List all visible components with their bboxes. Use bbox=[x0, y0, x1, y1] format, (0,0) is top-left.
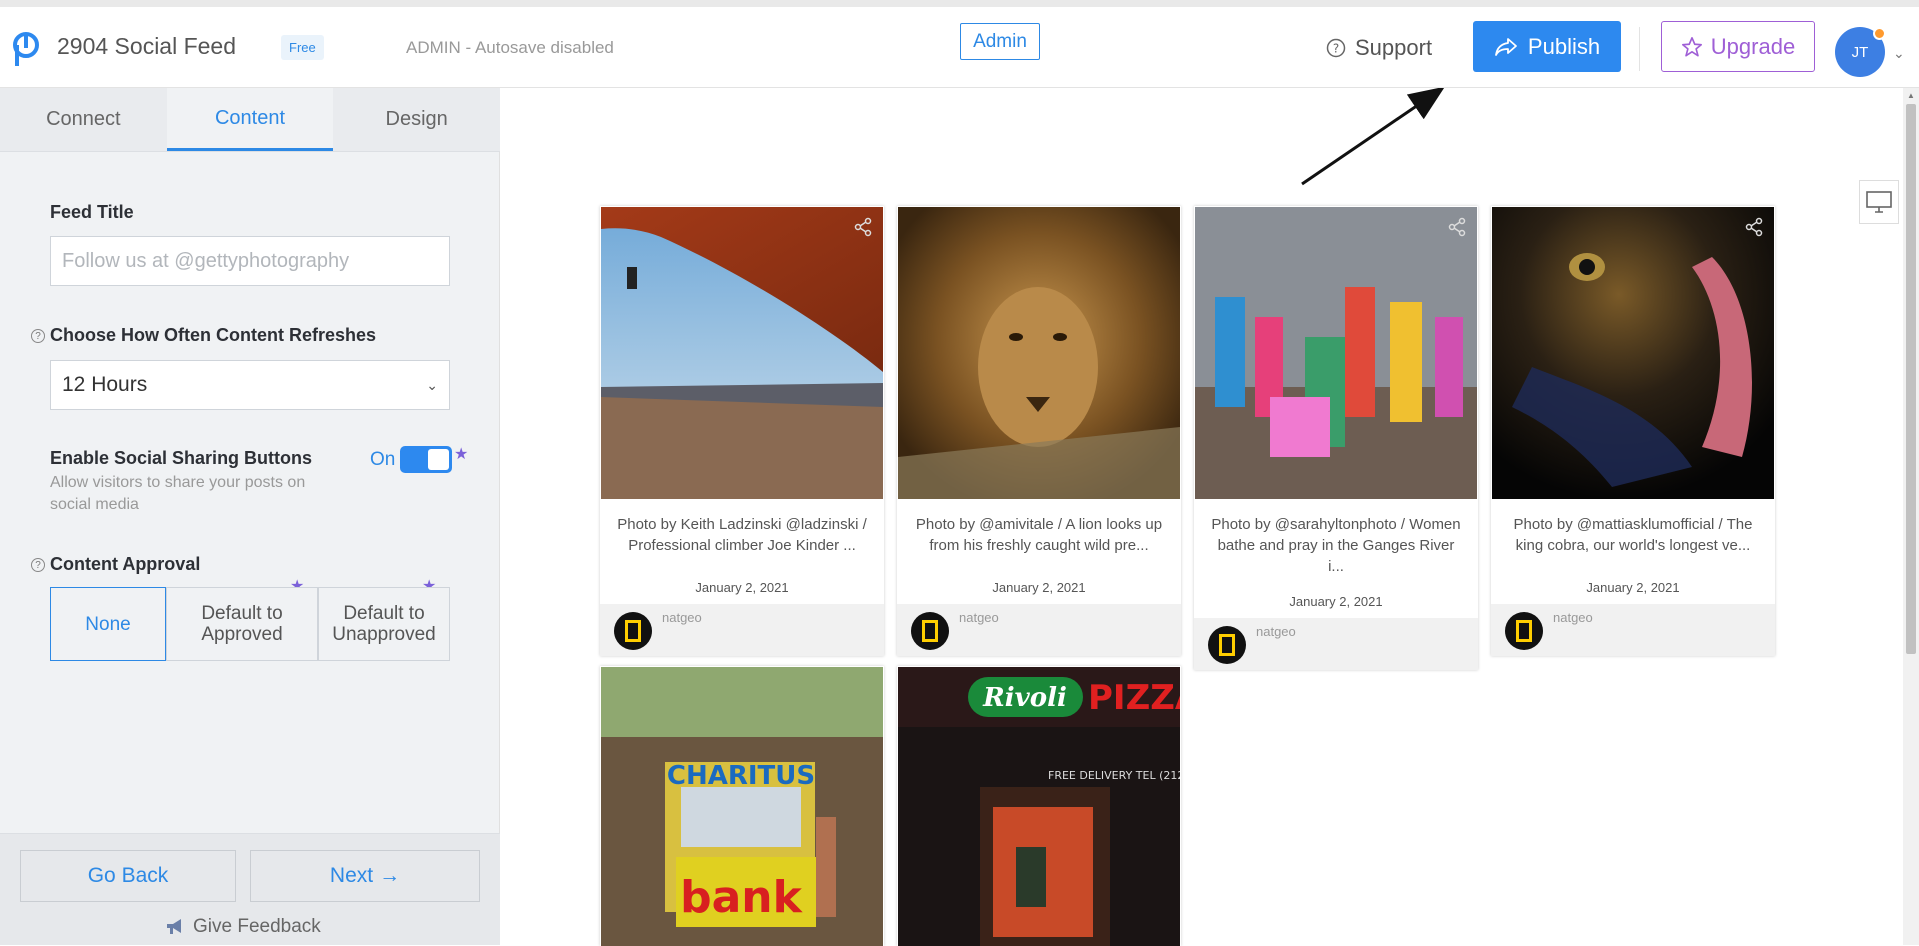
share-icon[interactable] bbox=[1447, 217, 1467, 237]
post-date: January 2, 2021 bbox=[1586, 580, 1680, 595]
post-image[interactable] bbox=[1492, 207, 1774, 499]
author-name[interactable]: natgeo bbox=[1553, 610, 1593, 625]
post-caption: Photo by @amivitale / A lion looks up fr… bbox=[915, 516, 1163, 554]
support-label: Support bbox=[1355, 35, 1433, 60]
go-back-button[interactable]: Go Back bbox=[20, 850, 236, 902]
post-image[interactable] bbox=[601, 207, 883, 499]
sharing-toggle[interactable] bbox=[400, 446, 452, 473]
post-footer: natgeo bbox=[1194, 618, 1478, 670]
help-circle-icon: ? bbox=[1326, 38, 1346, 58]
author-avatar[interactable] bbox=[614, 612, 652, 650]
post-footer: natgeo bbox=[897, 604, 1181, 656]
bank-sign-top: CHARITUS bbox=[667, 761, 815, 791]
approval-label: Content Approval bbox=[50, 554, 201, 574]
tab-bar: Connect Content Design bbox=[0, 88, 500, 152]
arrow-right-icon: → bbox=[379, 864, 401, 887]
feed-title-label: Feed Title bbox=[50, 202, 134, 222]
star-outline-icon bbox=[1681, 36, 1702, 57]
give-feedback-link[interactable]: Give Feedback bbox=[165, 916, 321, 938]
post-date: January 2, 2021 bbox=[1289, 594, 1383, 609]
help-icon[interactable]: ? bbox=[31, 558, 45, 572]
author-avatar[interactable] bbox=[911, 612, 949, 650]
toggle-state: On bbox=[370, 449, 396, 470]
author-name[interactable]: natgeo bbox=[1256, 624, 1296, 639]
post-caption: Photo by @mattiasklumofficial / The king… bbox=[1513, 516, 1753, 554]
feed-title-input[interactable] bbox=[50, 236, 450, 286]
post-caption: Photo by Keith Ladzinski @ladzinski / Pr… bbox=[617, 516, 867, 554]
annotation-arrow bbox=[1301, 88, 1445, 186]
approval-approved-button[interactable]: Default to Approved bbox=[166, 587, 318, 661]
post-card[interactable]: Photo by @amivitale / A lion looks up fr… bbox=[897, 206, 1181, 656]
author-avatar[interactable] bbox=[1505, 612, 1543, 650]
upgrade-label: Upgrade bbox=[1710, 33, 1796, 59]
feedback-label: Give Feedback bbox=[193, 916, 321, 937]
sidebar-footer: Go Back Next → Give Feedback bbox=[0, 833, 500, 945]
bank-sign-bottom: bank bbox=[680, 872, 804, 923]
post-date: January 2, 2021 bbox=[695, 580, 789, 595]
approval-none-button[interactable]: None bbox=[50, 587, 166, 661]
next-button[interactable]: Next → bbox=[250, 850, 480, 902]
app-logo-icon[interactable] bbox=[13, 32, 39, 68]
sharing-helper: Allow visitors to share your posts on so… bbox=[50, 474, 306, 513]
chevron-down-icon[interactable]: ⌄ bbox=[1893, 45, 1905, 62]
upgrade-button[interactable]: Upgrade bbox=[1661, 21, 1815, 72]
share-icon[interactable] bbox=[853, 217, 873, 237]
svg-text:?: ? bbox=[1333, 42, 1339, 56]
monitor-icon bbox=[1866, 191, 1892, 213]
next-label: Next bbox=[329, 864, 374, 887]
post-image[interactable]: CHARITUS bank bbox=[601, 667, 883, 946]
refresh-value: 12 Hours bbox=[62, 373, 148, 396]
post-footer: natgeo bbox=[1491, 604, 1775, 656]
sidebar: Connect Content Design Feed Title ? Choo… bbox=[0, 88, 500, 945]
author-name[interactable]: natgeo bbox=[662, 610, 702, 625]
tab-content[interactable]: Content bbox=[166, 88, 334, 151]
publish-button[interactable]: Publish bbox=[1473, 21, 1621, 72]
top-bar: 2904 Social Feed Free ADMIN - Autosave d… bbox=[0, 0, 1919, 88]
publish-label: Publish bbox=[1527, 33, 1601, 59]
post-caption: Photo by @sarahyltonphoto / Women bathe … bbox=[1211, 516, 1461, 575]
chevron-down-icon: ⌄ bbox=[426, 376, 438, 393]
author-name[interactable]: natgeo bbox=[959, 610, 999, 625]
pizza-sign: Rivoli bbox=[982, 683, 1067, 713]
notification-dot bbox=[1873, 27, 1886, 40]
delivery-text: FREE DELIVERY TEL (212 bbox=[1048, 769, 1180, 782]
post-date: January 2, 2021 bbox=[992, 580, 1086, 595]
scrollbar[interactable]: ▲ bbox=[1903, 88, 1919, 945]
feed-preview: Photo by Keith Ladzinski @ladzinski / Pr… bbox=[500, 88, 1903, 946]
post-footer: natgeo bbox=[600, 604, 884, 656]
scroll-thumb[interactable] bbox=[1906, 104, 1916, 654]
divider bbox=[1639, 27, 1640, 71]
approval-unapproved-button[interactable]: Default to Unapproved bbox=[318, 587, 450, 661]
post-image[interactable] bbox=[898, 207, 1180, 499]
post-card[interactable]: Rivoli PIZZA FREE DELIVERY TEL (212 bbox=[897, 666, 1181, 946]
pizza-word: PIZZA bbox=[1088, 678, 1180, 718]
post-card[interactable]: CHARITUS bank bbox=[600, 666, 884, 946]
post-card[interactable]: Photo by Keith Ladzinski @ladzinski / Pr… bbox=[600, 206, 884, 656]
scroll-up-icon[interactable]: ▲ bbox=[1907, 91, 1915, 100]
refresh-select[interactable]: 12 Hours ⌄ bbox=[50, 360, 450, 410]
author-avatar[interactable] bbox=[1208, 626, 1246, 664]
post-card[interactable]: Photo by @mattiasklumofficial / The king… bbox=[1491, 206, 1775, 656]
tab-design[interactable]: Design bbox=[333, 88, 500, 151]
post-image[interactable] bbox=[1195, 207, 1477, 499]
tab-connect[interactable]: Connect bbox=[0, 88, 167, 151]
approval-segmented-control: None Default to Approved Default to Unap… bbox=[50, 587, 450, 661]
app-title: 2904 Social Feed bbox=[57, 33, 237, 59]
premium-star-icon: ★ bbox=[454, 446, 469, 463]
help-icon[interactable]: ? bbox=[31, 329, 45, 343]
sharing-label: Enable Social Sharing Buttons bbox=[50, 448, 313, 468]
toggle-knob bbox=[428, 449, 449, 470]
share-arrow-icon bbox=[1495, 37, 1517, 56]
refresh-label: Choose How Often Content Refreshes bbox=[50, 325, 377, 345]
post-image[interactable]: Rivoli PIZZA FREE DELIVERY TEL (212 bbox=[898, 667, 1180, 946]
megaphone-icon bbox=[167, 919, 181, 934]
desktop-preview-button[interactable] bbox=[1859, 180, 1899, 224]
admin-status: ADMIN - Autosave disabled bbox=[406, 38, 614, 57]
post-card[interactable]: Photo by @sarahyltonphoto / Women bathe … bbox=[1194, 206, 1478, 670]
plan-badge: Free bbox=[281, 35, 324, 60]
admin-button[interactable]: Admin bbox=[960, 23, 1040, 60]
share-icon[interactable] bbox=[1744, 217, 1764, 237]
support-link[interactable]: ? Support bbox=[1326, 35, 1432, 61]
